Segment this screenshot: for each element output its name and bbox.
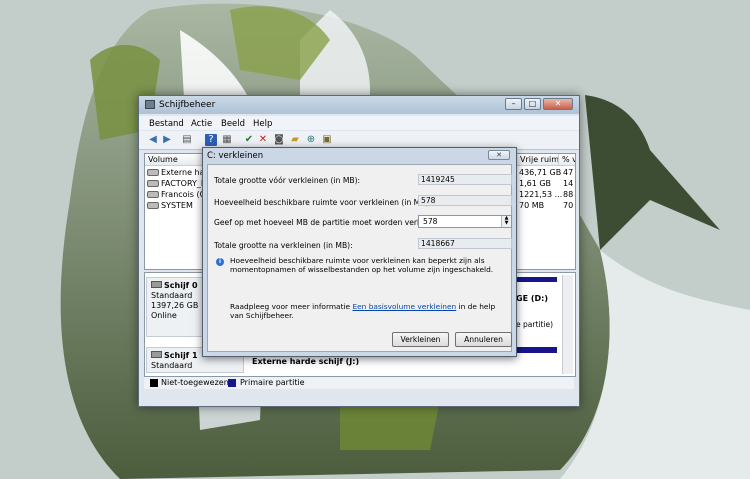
percent-cell: 88: [563, 190, 574, 199]
total-size-before-label: Totale grootte vóór verkleinen (in MB):: [214, 176, 361, 185]
dialog-title: C: verkleinen: [207, 151, 264, 161]
percent-cell: 14: [563, 179, 574, 188]
close-button[interactable]: ✕: [543, 98, 573, 110]
shrink-amount-stepper[interactable]: 578 ▲ ▼: [418, 215, 512, 228]
column-percent-free[interactable]: % v: [559, 154, 575, 166]
window-title: Schijfbeheer: [159, 100, 216, 110]
partition-label: GE (D:): [516, 294, 548, 303]
menu-bestand[interactable]: Bestand: [149, 119, 184, 129]
cancel-button[interactable]: Annuleren: [455, 332, 512, 347]
table-row[interactable]: FACTORY_IN: [147, 179, 209, 190]
forward-icon[interactable]: ▶: [161, 134, 173, 146]
back-icon[interactable]: ◀: [147, 134, 159, 146]
drive-icon: [147, 191, 159, 198]
shrink-button[interactable]: Verkleinen: [392, 332, 449, 347]
hard-disk-icon: [151, 351, 162, 358]
free-space-cell: 1221,53 ...: [519, 190, 563, 199]
legend-primary-partition: Primaire partitie: [240, 378, 305, 387]
table-row[interactable]: Francois (C:: [147, 190, 208, 201]
primary-partition-swatch: [228, 379, 236, 387]
help-prefix: Raadpleeg voor meer informatie: [230, 302, 353, 311]
window-titlebar[interactable]: Schijfbeheer – □ ✕: [139, 96, 579, 114]
total-size-before-value: 1419245: [418, 174, 512, 185]
drive-icon: [147, 180, 159, 187]
volume-name: SYSTEM: [161, 201, 193, 210]
disk-1-name: Schijf 1: [164, 351, 198, 360]
shrink-amount-value: 578: [423, 217, 438, 226]
disk-icon[interactable]: ◙: [273, 134, 285, 146]
hard-disk-icon: [151, 281, 162, 288]
disk-1-type: Standaard: [151, 361, 193, 370]
volume-name: Francois (C:: [161, 190, 208, 199]
free-space-cell: 70 MB: [519, 201, 545, 210]
percent-cell: 70: [563, 201, 574, 210]
percent-cell: 47: [563, 168, 574, 177]
legend-unallocated: Niet-toegewezen: [161, 378, 229, 387]
partition-type: e partitie): [516, 320, 554, 329]
dialog-close-button[interactable]: ✕: [488, 150, 510, 160]
table-row[interactable]: SYSTEM: [147, 201, 193, 212]
search-icon[interactable]: ⊕: [305, 134, 317, 146]
minimize-button[interactable]: –: [505, 98, 522, 110]
info-icon: i: [216, 258, 224, 266]
console-tree-icon[interactable]: ▤: [181, 134, 193, 146]
info-message: Hoeveelheid beschikbare ruimte voor verk…: [230, 256, 494, 274]
help-icon[interactable]: ?: [205, 134, 217, 146]
shrink-amount-label: Geef op met hoeveel MB de partitie moet …: [214, 218, 443, 227]
menu-actie[interactable]: Actie: [191, 119, 212, 129]
folder-icon[interactable]: ▰: [289, 134, 301, 146]
legend: Niet-toegewezen Primaire partitie: [144, 377, 574, 389]
column-volume[interactable]: Volume: [145, 154, 205, 166]
scrollbar[interactable]: [562, 275, 573, 374]
menu-bar: Bestand Actie Beeld Help: [139, 116, 579, 130]
view-icon[interactable]: ▣: [321, 134, 333, 146]
column-free-space[interactable]: Vrije ruim: [517, 154, 559, 166]
partition-label: Externe harde schijf (J:): [252, 357, 360, 366]
help-message: Raadpleeg voor meer informatie Een basis…: [230, 302, 505, 320]
checkmark-icon[interactable]: ✔: [243, 134, 255, 146]
unallocated-swatch: [150, 379, 158, 387]
app-icon: [145, 100, 155, 109]
free-space-cell: 1,61 GB: [519, 179, 552, 188]
menu-beeld[interactable]: Beeld: [221, 119, 245, 129]
help-link[interactable]: Een basisvolume verkleinen: [352, 302, 456, 311]
disk-0-name: Schijf 0: [164, 281, 198, 290]
total-size-after-value: 1418667: [418, 238, 512, 249]
free-space-cell: 436,71 GB: [519, 168, 562, 177]
stepper-arrows-icon[interactable]: ▲ ▼: [501, 216, 511, 227]
total-size-after-label: Totale grootte na verkleinen (in MB):: [214, 241, 353, 250]
available-shrink-label: Hoeveelheid beschikbare ruimte voor verk…: [214, 198, 431, 207]
dialog-body: Totale grootte vóór verkleinen (in MB): …: [207, 164, 512, 352]
delete-icon[interactable]: ✕: [257, 134, 269, 146]
drive-icon: [147, 169, 159, 176]
shrink-dialog: C: verkleinen ✕ Totale grootte vóór verk…: [202, 147, 517, 357]
properties-icon[interactable]: ▦: [221, 134, 233, 146]
maximize-button[interactable]: □: [524, 98, 541, 110]
drive-icon: [147, 202, 159, 209]
menu-help[interactable]: Help: [253, 119, 272, 129]
available-shrink-value: 578: [418, 195, 512, 206]
